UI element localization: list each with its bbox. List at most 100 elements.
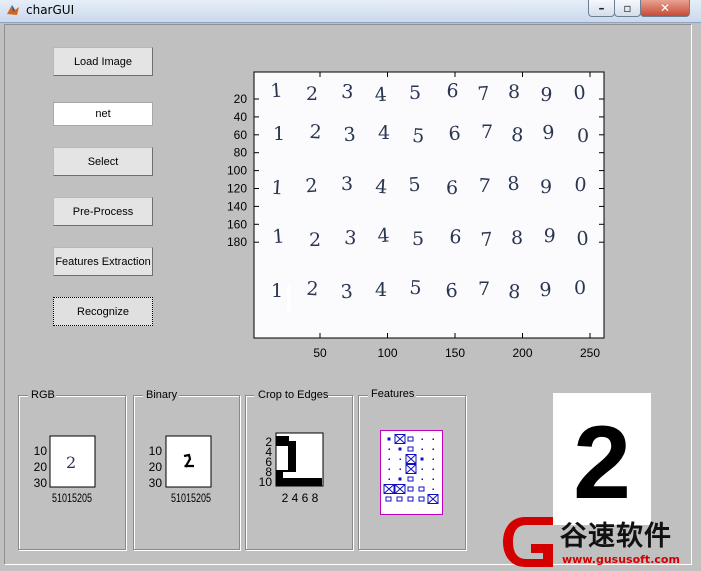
handwritten-digit: 9 (543, 225, 557, 248)
y-tick-label: 60 (234, 128, 248, 142)
x-tick-label: 250 (580, 346, 600, 360)
handwritten-digit: 4 (378, 122, 390, 144)
y-tick-label: 40 (234, 110, 248, 124)
handwritten-digit: 2 (306, 83, 318, 105)
feature-dot (399, 468, 401, 470)
rgb-ytick: 20 (34, 460, 48, 474)
rgb-digit: 2 (66, 453, 76, 472)
handwritten-digit: 3 (340, 281, 354, 304)
handwritten-digit: 3 (343, 123, 357, 146)
crop-panel: Crop to Edges 2 4 6 8 10 2 4 6 8 (245, 389, 354, 551)
handwritten-digit: 4 (375, 176, 389, 199)
handwritten-digit: 5 (411, 125, 425, 148)
feature-mark (398, 477, 402, 481)
handwritten-digit: 8 (511, 227, 523, 249)
rgb-panel-title: RGB (31, 389, 55, 401)
handwritten-digit: 4 (374, 84, 388, 107)
handwritten-digit: 0 (574, 277, 586, 299)
main-image-axes: 1 2 3 4 5 6 7 8 9 01 2 3 4 5 6 7 8 9 01 2 3 4 5 6 7 8 9 01 2 3 4 5 6 7 8 9 0… (227, 71, 605, 360)
feature-dot (432, 438, 434, 440)
paper-glare (287, 285, 290, 311)
handwritten-digit: 3 (344, 227, 358, 250)
x-tick-label: 50 (313, 346, 327, 360)
rgb-ytick: 10 (34, 444, 48, 458)
feature-dot (421, 438, 423, 440)
handwritten-digit: 8 (508, 81, 520, 103)
features-panel-title: Features (371, 388, 415, 400)
feature-dot (432, 468, 434, 470)
handwritten-digit: 5 (408, 174, 422, 197)
recognized-digit: 2 (573, 405, 631, 521)
handwritten-digit: 1 (270, 80, 284, 103)
x-tick-label: 100 (377, 346, 397, 360)
crop-xticks: 2 4 6 8 (282, 491, 319, 505)
handwritten-digit: 4 (375, 279, 387, 301)
feature-mark (420, 457, 424, 461)
handwritten-digit: 7 (480, 228, 494, 251)
handwritten-digit: 5 (412, 228, 424, 250)
handwritten-digit: 0 (573, 82, 587, 105)
handwritten-digit: 2 (309, 121, 323, 144)
handwritten-digit: 1 (273, 123, 285, 145)
handwritten-digit: 1 (270, 177, 284, 200)
handwritten-digit: 7 (477, 83, 491, 106)
handwritten-digit: 7 (481, 121, 493, 143)
handwritten-digit: 7 (478, 278, 490, 300)
handwritten-digit: 0 (577, 125, 589, 147)
handwritten-digit: 0 (574, 174, 588, 197)
features-frame (380, 430, 443, 515)
handwritten-digit: 9 (540, 176, 552, 198)
y-tick-label: 140 (227, 199, 247, 213)
feature-dot (432, 478, 434, 480)
feature-mark (387, 437, 391, 441)
feature-dot (388, 468, 390, 470)
rgb-xticks: 51015205 (52, 491, 92, 505)
handwritten-digit: 5 (409, 277, 423, 300)
watermark-brand: 谷速软件 (560, 521, 672, 552)
handwritten-digit: 6 (448, 122, 462, 145)
handwritten-digit: 2 (306, 278, 320, 301)
handwritten-digit: 9 (542, 121, 556, 144)
feature-dot (399, 458, 401, 460)
handwritten-digit: 1 (272, 225, 286, 248)
handwritten-digit: 6 (445, 280, 459, 303)
y-tick-label: 120 (227, 182, 247, 196)
crop-ytick: 10 (259, 475, 273, 489)
crop-panel-title: Crop to Edges (258, 389, 329, 401)
handwritten-digit: 4 (377, 224, 391, 247)
handwritten-digit: 5 (409, 82, 421, 104)
binary-panel-title: Binary (146, 389, 178, 401)
handwritten-digit: 6 (449, 226, 463, 249)
y-tick-label: 20 (234, 92, 248, 106)
handwritten-digit: 0 (576, 227, 590, 250)
feature-mark (398, 447, 402, 451)
binary-ytick: 30 (149, 476, 163, 490)
feature-dot (388, 448, 390, 450)
rgb-ytick: 30 (34, 476, 48, 490)
handwritten-digit: 2 (309, 229, 321, 251)
feature-dot (421, 468, 423, 470)
y-tick-label: 180 (227, 235, 247, 249)
rgb-panel: RGB 2 10 20 30 51015205 (18, 389, 127, 551)
handwritten-digit: 8 (507, 281, 521, 304)
handwritten-digit: 9 (539, 279, 553, 302)
y-tick-label: 80 (234, 146, 248, 160)
handwritten-digit: 3 (341, 81, 355, 104)
watermark-url: www.gususoft.com (562, 553, 680, 566)
gususoft-logo (503, 517, 553, 567)
y-tick-label: 100 (227, 164, 247, 178)
features-panel: Features (358, 387, 467, 551)
binary-panel: Binary 10 20 30 51015205 (133, 389, 241, 551)
handwritten-digit: 6 (446, 177, 458, 199)
handwritten-digit: 7 (478, 175, 492, 198)
handwritten-digit: 2 (305, 175, 319, 198)
handwritten-digit: 3 (341, 173, 353, 195)
feature-dot (432, 488, 434, 490)
handwritten-digit: 1 (271, 280, 283, 302)
feature-dot (432, 448, 434, 450)
feature-dot (421, 448, 423, 450)
feature-dot (388, 478, 390, 480)
binary-xticks: 51015205 (171, 491, 211, 505)
binary-ytick: 20 (149, 460, 163, 474)
feature-dot (432, 458, 434, 460)
